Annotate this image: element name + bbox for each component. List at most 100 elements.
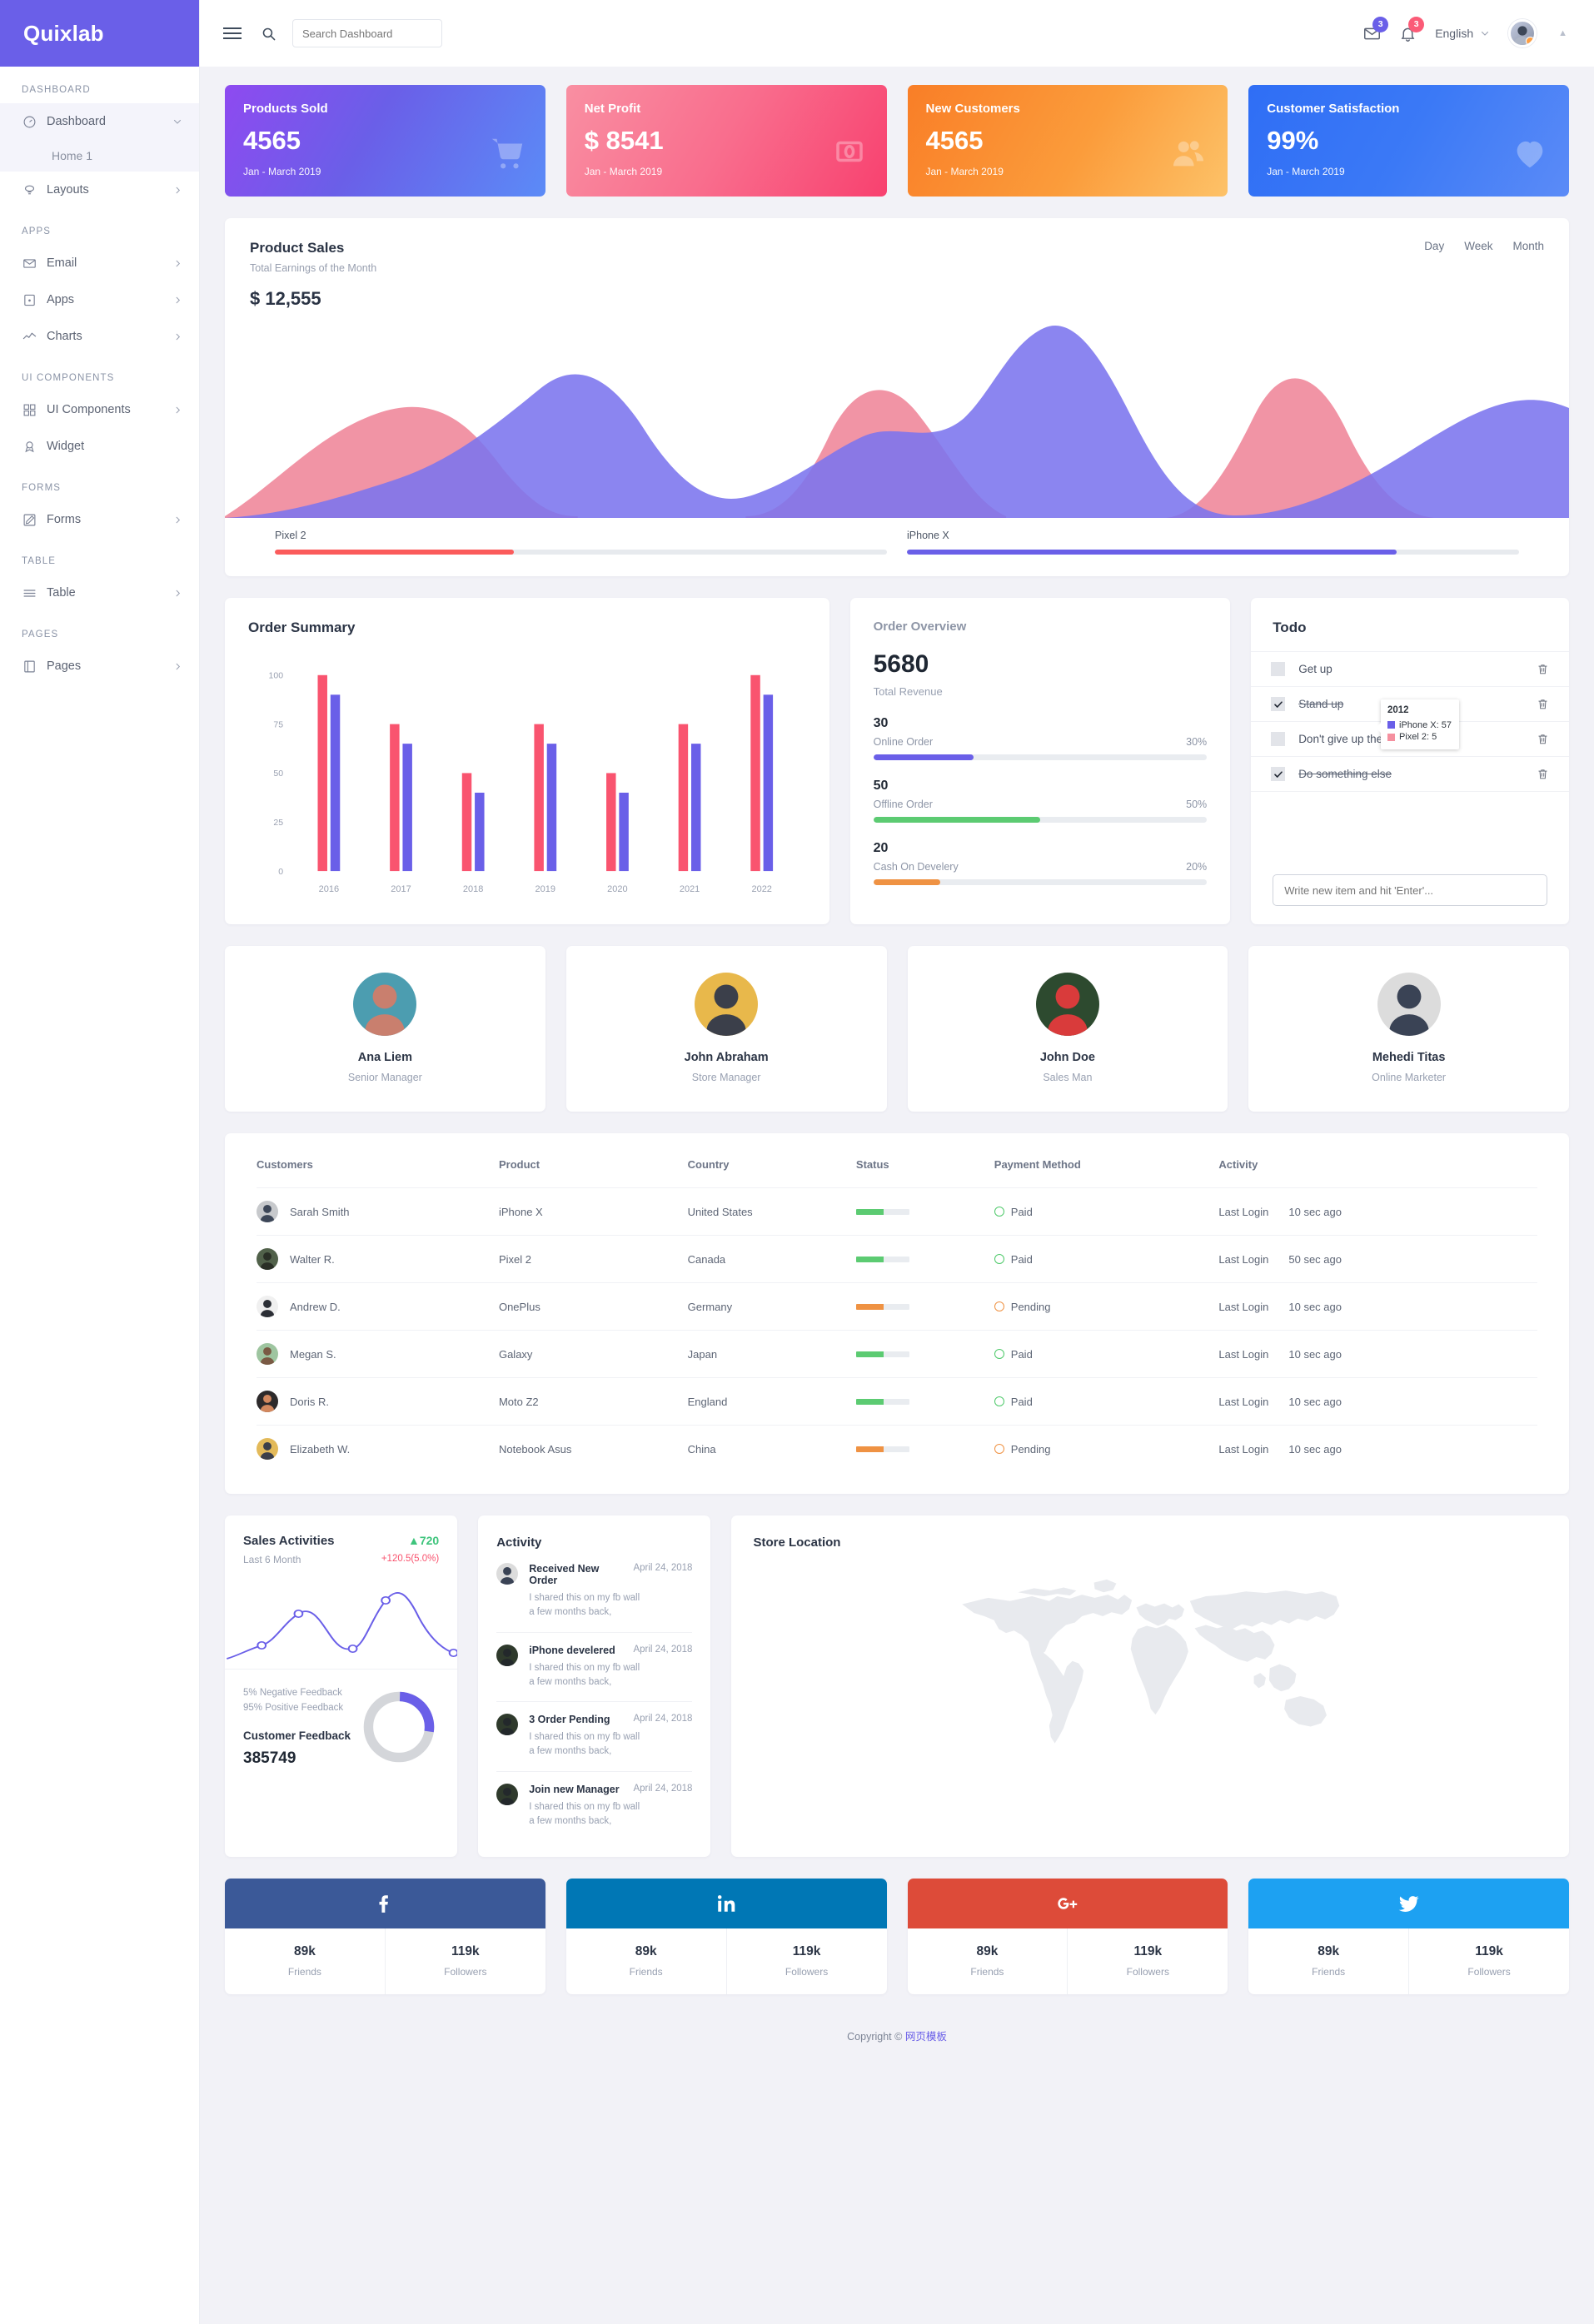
- social-card-linkedin[interactable]: 89k Friends 119k Followers: [565, 1879, 887, 1994]
- stat-card-net-profit[interactable]: Net Profit $ 8541 Jan - March 2019: [565, 85, 887, 197]
- activity-item-date: April 24, 2018: [633, 1783, 693, 1794]
- table-row[interactable]: Walter R. Pixel 2 Canada Paid Last Login…: [257, 1235, 1537, 1283]
- col-activity: Activity: [1218, 1158, 1258, 1171]
- scroll-up-icon[interactable]: ▲: [1558, 28, 1567, 38]
- social-card-facebook[interactable]: 89k Friends 119k Followers: [225, 1879, 545, 1994]
- delete-icon[interactable]: [1537, 698, 1549, 710]
- friends-count: 89k: [635, 1944, 657, 1958]
- social-card-twitter[interactable]: 89k Friends 119k Followers: [1248, 1879, 1569, 1994]
- team-card[interactable]: John Abraham Store Manager: [565, 946, 887, 1112]
- world-map[interactable]: [753, 1556, 1547, 1756]
- todo-checkbox[interactable]: [1271, 767, 1286, 781]
- sidebar-item-forms[interactable]: Forms: [0, 501, 199, 538]
- social-card-googleplus[interactable]: 89k Friends 119k Followers: [907, 1879, 1228, 1994]
- tab-month[interactable]: Month: [1512, 240, 1544, 252]
- legend-pixel-2: Pixel 2: [275, 530, 887, 555]
- stat-card-new-customers[interactable]: New Customers 4565 Jan - March 2019: [907, 85, 1228, 197]
- friends-stat: 89k Friends: [908, 1928, 1068, 1994]
- delete-icon[interactable]: [1537, 768, 1549, 780]
- sidebar: Quixlab DASHBOARD Dashboard Home 1 Layou…: [0, 0, 200, 2324]
- todo-input[interactable]: [1273, 874, 1547, 906]
- footer-link[interactable]: 网页模板: [905, 2031, 947, 2043]
- activity-item[interactable]: iPhone develered April 24, 2018 I shared…: [496, 1631, 693, 1702]
- layouts-icon: [22, 182, 37, 197]
- stat-period: Jan - March 2019: [584, 166, 663, 177]
- todo-title: Todo: [1273, 620, 1307, 635]
- avatar: [695, 973, 759, 1036]
- sidebar-item-email[interactable]: Email: [0, 245, 199, 281]
- todo-checkbox[interactable]: [1271, 662, 1286, 676]
- activity-item[interactable]: Received New Order April 24, 2018 I shar…: [496, 1550, 692, 1632]
- brand-logo[interactable]: Quixlab: [0, 0, 199, 67]
- topbar: 3 3 English ▲: [200, 0, 1594, 67]
- tab-week[interactable]: Week: [1464, 240, 1492, 252]
- order-block-num: 30: [873, 716, 889, 730]
- stat-card-products-sold[interactable]: Products Sold 4565 Jan - March 2019: [225, 85, 545, 197]
- team-card[interactable]: Ana Liem Senior Manager: [225, 946, 545, 1112]
- language-selector[interactable]: English: [1435, 27, 1490, 40]
- friends-stat: 89k Friends: [1248, 1928, 1408, 1994]
- activity-item[interactable]: Join new Manager April 24, 2018 I shared…: [496, 1770, 693, 1841]
- menu-toggle-icon[interactable]: [220, 24, 245, 42]
- footer-text: Copyright ©: [847, 2031, 905, 2043]
- todo-item[interactable]: Get up: [1251, 651, 1569, 686]
- order-block-online-order: 30 Online Order 30%: [873, 716, 1208, 760]
- todo-checkbox[interactable]: [1271, 697, 1286, 711]
- activity-time: 10 sec ago: [1288, 1442, 1342, 1456]
- notifications-icon[interactable]: 3: [1399, 16, 1425, 42]
- activity-item[interactable]: 3 Order Pending April 24, 2018 I shared …: [496, 1701, 693, 1771]
- svg-text:50: 50: [273, 769, 283, 779]
- sidebar-item-table[interactable]: Table: [0, 575, 199, 611]
- todo-checkbox[interactable]: [1271, 732, 1286, 746]
- delete-icon[interactable]: [1537, 663, 1549, 675]
- todo-item[interactable]: Do something else: [1251, 756, 1569, 792]
- table-row[interactable]: Megan S. Galaxy Japan Paid Last Login 10…: [257, 1330, 1537, 1378]
- activity-label: Last Login: [1218, 1347, 1269, 1361]
- tab-day[interactable]: Day: [1424, 240, 1444, 252]
- col-customers: Customers: [257, 1158, 313, 1171]
- tooltip-swatch-iphone: [1387, 721, 1395, 729]
- customer-name: Doris R.: [290, 1395, 329, 1408]
- col-country: Country: [687, 1158, 730, 1171]
- user-avatar[interactable]: [1508, 19, 1537, 47]
- sidebar-item-charts[interactable]: Charts: [0, 318, 199, 355]
- table-row[interactable]: Elizabeth W. Notebook Asus China Pending…: [257, 1425, 1537, 1472]
- stat-card-customer-satisfaction[interactable]: Customer Satisfaction 99% Jan - March 20…: [1248, 85, 1569, 197]
- customer-name: Elizabeth W.: [290, 1442, 351, 1456]
- order-summary-title: Order Summary: [248, 620, 356, 635]
- activity-time: 10 sec ago: [1288, 1205, 1342, 1218]
- dashboard-content: Products Sold 4565 Jan - March 2019 Net …: [200, 67, 1594, 2062]
- sidebar-item-layouts[interactable]: Layouts: [0, 172, 199, 208]
- table-row[interactable]: Andrew D. OnePlus Germany Pending Last L…: [257, 1282, 1537, 1331]
- team-card[interactable]: John Doe Sales Man: [907, 946, 1228, 1112]
- messages-icon[interactable]: 3: [1363, 16, 1389, 42]
- table-icon: [22, 585, 37, 600]
- heart-icon: [1511, 134, 1549, 172]
- sidebar-subitem-home-1[interactable]: Home 1: [0, 140, 199, 172]
- table-row[interactable]: Doris R. Moto Z2 England Paid Last Login…: [257, 1377, 1537, 1426]
- chevron-right-icon: [173, 186, 182, 195]
- legend-label: iPhone X: [907, 530, 949, 541]
- status-bar: [855, 1351, 909, 1357]
- col-product: Product: [498, 1158, 540, 1171]
- sidebar-item-ui-components[interactable]: UI Components: [0, 391, 199, 428]
- delete-icon[interactable]: [1537, 733, 1549, 745]
- order-block-offline-order: 50 Offline Order 50%: [873, 779, 1208, 823]
- sidebar-item-dashboard[interactable]: Dashboard: [0, 103, 199, 140]
- sidebar-item-pages[interactable]: Pages: [0, 648, 199, 684]
- sidebar-item-widget[interactable]: Widget: [0, 428, 199, 465]
- table-row[interactable]: Sarah Smith iPhone X United States Paid …: [257, 1187, 1537, 1236]
- facebook-icon: [225, 1879, 545, 1928]
- order-overview-total: 5680: [873, 650, 929, 678]
- sidebar-section-5: PAGES: [22, 630, 59, 639]
- status-bar: [855, 1446, 909, 1452]
- sidebar-item-apps[interactable]: Apps: [0, 281, 199, 318]
- search-icon[interactable]: [260, 25, 277, 42]
- sidebar-section-0: DASHBOARD: [22, 85, 91, 95]
- sidebar-nav: DASHBOARD Dashboard Home 1 Layouts APPS …: [0, 67, 199, 684]
- team-card[interactable]: Mehedi Titas Online Marketer: [1248, 946, 1569, 1112]
- order-block-label: Online Order: [873, 736, 934, 748]
- svg-text:2019: 2019: [535, 884, 555, 894]
- search-input[interactable]: [292, 19, 442, 47]
- payment-method: Pending: [1010, 1300, 1051, 1313]
